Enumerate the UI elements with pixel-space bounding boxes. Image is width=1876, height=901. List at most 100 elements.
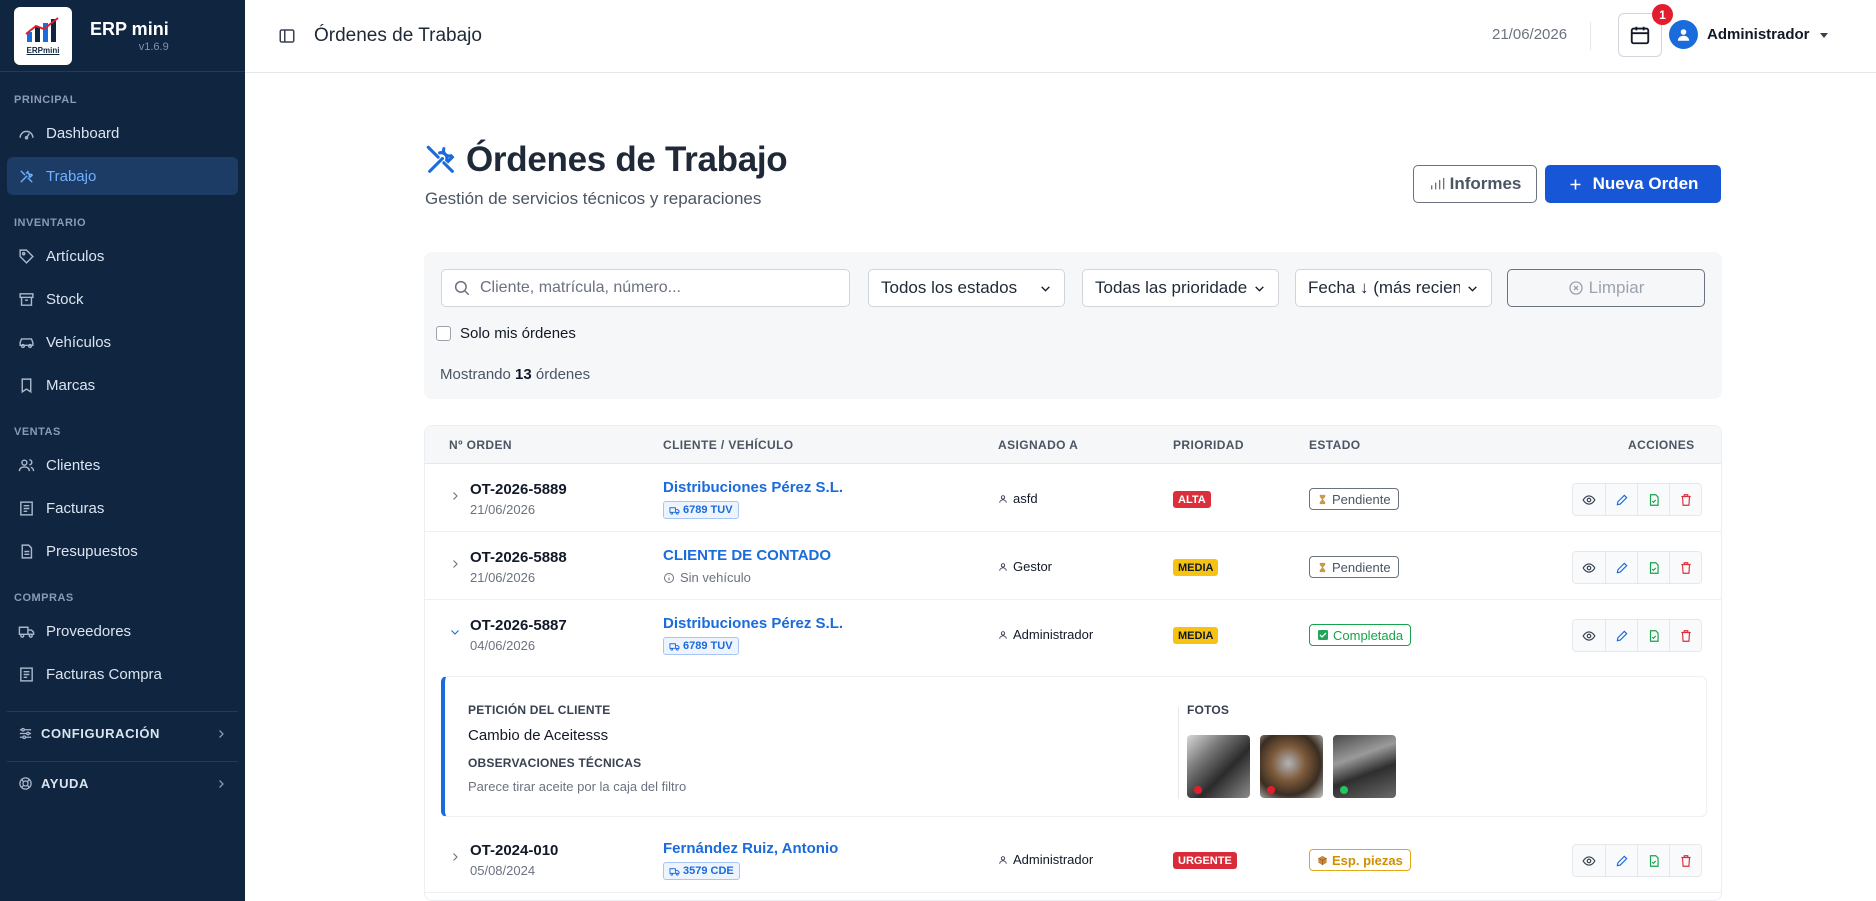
results-prefix: Mostrando bbox=[440, 366, 511, 383]
tools-icon bbox=[20, 169, 34, 183]
photo-thumbnail[interactable] bbox=[1333, 735, 1396, 798]
no-vehicle-text: Sin vehículo bbox=[680, 570, 751, 585]
prioridad-select[interactable]: Todas las prioridades bbox=[1082, 269, 1279, 307]
pdf-button[interactable] bbox=[1637, 620, 1669, 651]
logo-text: ERPmini bbox=[26, 46, 60, 55]
expand-chevron-icon[interactable] bbox=[449, 851, 461, 863]
status-badge: Pendiente bbox=[1309, 488, 1399, 510]
col-asignado: ASIGNADO A bbox=[998, 438, 1079, 452]
collapse-chevron-icon[interactable] bbox=[449, 626, 461, 638]
sidebar-group-label: AYUDA bbox=[41, 776, 90, 791]
view-button[interactable] bbox=[1573, 484, 1605, 515]
table-row[interactable]: OT-2026-5889 21/06/2026 Distribuciones P… bbox=[425, 465, 1721, 532]
delete-button[interactable] bbox=[1669, 845, 1701, 876]
clear-circle-icon bbox=[1568, 281, 1583, 295]
sidebar-item-dashboard[interactable]: Dashboard bbox=[7, 114, 238, 152]
solo-mis-ordenes-checkbox[interactable] bbox=[436, 326, 451, 341]
col-num: Nº ORDEN bbox=[449, 438, 512, 452]
assigned-name: Administrador bbox=[1013, 627, 1094, 642]
sidebar-toggle-icon bbox=[279, 29, 295, 43]
order-number: OT-2026-5889 bbox=[470, 481, 567, 498]
app-name: ERP mini bbox=[90, 18, 169, 39]
user-menu[interactable]: Administrador bbox=[1669, 20, 1829, 49]
sidebar-item-label: Artículos bbox=[46, 247, 105, 265]
view-button[interactable] bbox=[1573, 620, 1605, 651]
sidebar-group-configuracion[interactable]: CONFIGURACIÓN bbox=[7, 711, 238, 755]
edit-button[interactable] bbox=[1605, 484, 1637, 515]
nueva-orden-button[interactable]: Nueva Orden bbox=[1545, 165, 1721, 203]
truck-icon bbox=[669, 642, 680, 651]
top-header: Órdenes de Trabajo 21/06/2026 1 Administ… bbox=[245, 0, 1876, 73]
col-estado: ESTADO bbox=[1309, 438, 1361, 452]
sidebar-item-stock[interactable]: Stock bbox=[7, 280, 238, 318]
edit-button[interactable] bbox=[1605, 845, 1637, 876]
edit-button[interactable] bbox=[1605, 620, 1637, 651]
bar-chart-icon bbox=[1430, 178, 1444, 190]
col-cliente: CLIENTE / VEHÍCULO bbox=[663, 438, 794, 452]
tools-icon bbox=[426, 145, 455, 173]
client-link[interactable]: Distribuciones Pérez S.L. bbox=[663, 479, 843, 496]
informes-button[interactable]: Informes bbox=[1413, 165, 1537, 203]
app-logo[interactable]: ERPmini bbox=[14, 6, 72, 65]
truck-icon bbox=[669, 506, 680, 515]
sidebar-item-label: Vehículos bbox=[46, 333, 112, 351]
table-row[interactable]: OT-2024-010 05/08/2024 Fernández Ruiz, A… bbox=[425, 826, 1721, 893]
photo-thumbnail[interactable] bbox=[1260, 735, 1323, 798]
pdf-button[interactable] bbox=[1637, 484, 1669, 515]
client-link[interactable]: CLIENTE DE CONTADO bbox=[663, 547, 831, 564]
sidebar-item-facturas[interactable]: Facturas bbox=[7, 489, 238, 527]
orden-value: Fecha ↓ (más recientes) bbox=[1308, 278, 1460, 297]
sidebar-item-vehiculos[interactable]: Vehículos bbox=[7, 323, 238, 361]
client-link[interactable]: Fernández Ruiz, Antonio bbox=[663, 840, 838, 857]
pdf-button[interactable] bbox=[1637, 552, 1669, 583]
status-text: Pendiente bbox=[1332, 559, 1391, 575]
sidebar-item-proveedores[interactable]: Proveedores bbox=[7, 612, 238, 650]
sidebar-item-marcas[interactable]: Marcas bbox=[7, 366, 238, 404]
peticion-label: PETICIÓN DEL CLIENTE bbox=[468, 703, 611, 717]
solo-mis-ordenes-toggle[interactable]: Solo mis órdenes bbox=[436, 325, 576, 342]
user-icon bbox=[999, 630, 1007, 639]
delete-button[interactable] bbox=[1669, 552, 1701, 583]
expand-chevron-icon[interactable] bbox=[449, 558, 461, 570]
invoice-icon bbox=[20, 500, 33, 516]
table-row[interactable]: OT-2026-5887 04/06/2026 Distribuciones P… bbox=[425, 601, 1721, 668]
brand: ERPmini ERP mini v1.6.9 bbox=[0, 0, 245, 72]
expand-chevron-icon[interactable] bbox=[449, 490, 461, 502]
sidebar-item-trabajo[interactable]: Trabajo bbox=[7, 157, 238, 195]
sidebar-group-label: CONFIGURACIÓN bbox=[41, 726, 161, 741]
sidebar-group-ayuda[interactable]: AYUDA bbox=[7, 761, 238, 805]
orden-select[interactable]: Fecha ↓ (más recientes) bbox=[1295, 269, 1492, 307]
row-actions bbox=[1572, 483, 1702, 516]
limpiar-button[interactable]: Limpiar bbox=[1507, 269, 1705, 307]
user-icon bbox=[999, 562, 1007, 571]
edit-button[interactable] bbox=[1605, 552, 1637, 583]
search-box[interactable] bbox=[441, 269, 850, 307]
photo-thumbnail[interactable] bbox=[1187, 735, 1250, 798]
sidebar-item-presupuestos[interactable]: Presupuestos bbox=[7, 532, 238, 570]
assigned-name: Gestor bbox=[1013, 559, 1053, 574]
client-link[interactable]: Distribuciones Pérez S.L. bbox=[663, 615, 843, 632]
assigned-name: Administrador bbox=[1013, 852, 1094, 867]
view-button[interactable] bbox=[1573, 845, 1605, 876]
estado-select[interactable]: Todos los estados bbox=[868, 269, 1065, 307]
plate-text: 6789 TUV bbox=[683, 504, 733, 516]
table-row[interactable]: OT-2026-5888 21/06/2026 CLIENTE DE CONTA… bbox=[425, 533, 1721, 600]
delete-button[interactable] bbox=[1669, 484, 1701, 515]
sidebar-toggle-button[interactable] bbox=[272, 21, 302, 51]
sidebar-item-articulos[interactable]: Artículos bbox=[7, 237, 238, 275]
order-number: OT-2026-5887 bbox=[470, 617, 567, 634]
table-header: Nº ORDEN CLIENTE / VEHÍCULO ASIGNADO A P… bbox=[425, 426, 1721, 464]
trash-icon bbox=[1680, 629, 1691, 642]
order-number: OT-2024-010 bbox=[470, 842, 559, 859]
pdf-button[interactable] bbox=[1637, 845, 1669, 876]
search-input[interactable] bbox=[480, 279, 830, 297]
calendar-button[interactable]: 1 bbox=[1618, 4, 1673, 57]
status-text: Esp. piezas bbox=[1332, 852, 1403, 868]
sidebar-item-facturas-compra[interactable]: Facturas Compra bbox=[7, 655, 238, 693]
detail-divider bbox=[1178, 707, 1179, 799]
delete-button[interactable] bbox=[1669, 620, 1701, 651]
view-button[interactable] bbox=[1573, 552, 1605, 583]
filter-panel: Todos los estados Todas las prioridades … bbox=[424, 252, 1722, 399]
user-name: Administrador bbox=[1707, 26, 1810, 43]
sidebar-item-clientes[interactable]: Clientes bbox=[7, 446, 238, 484]
